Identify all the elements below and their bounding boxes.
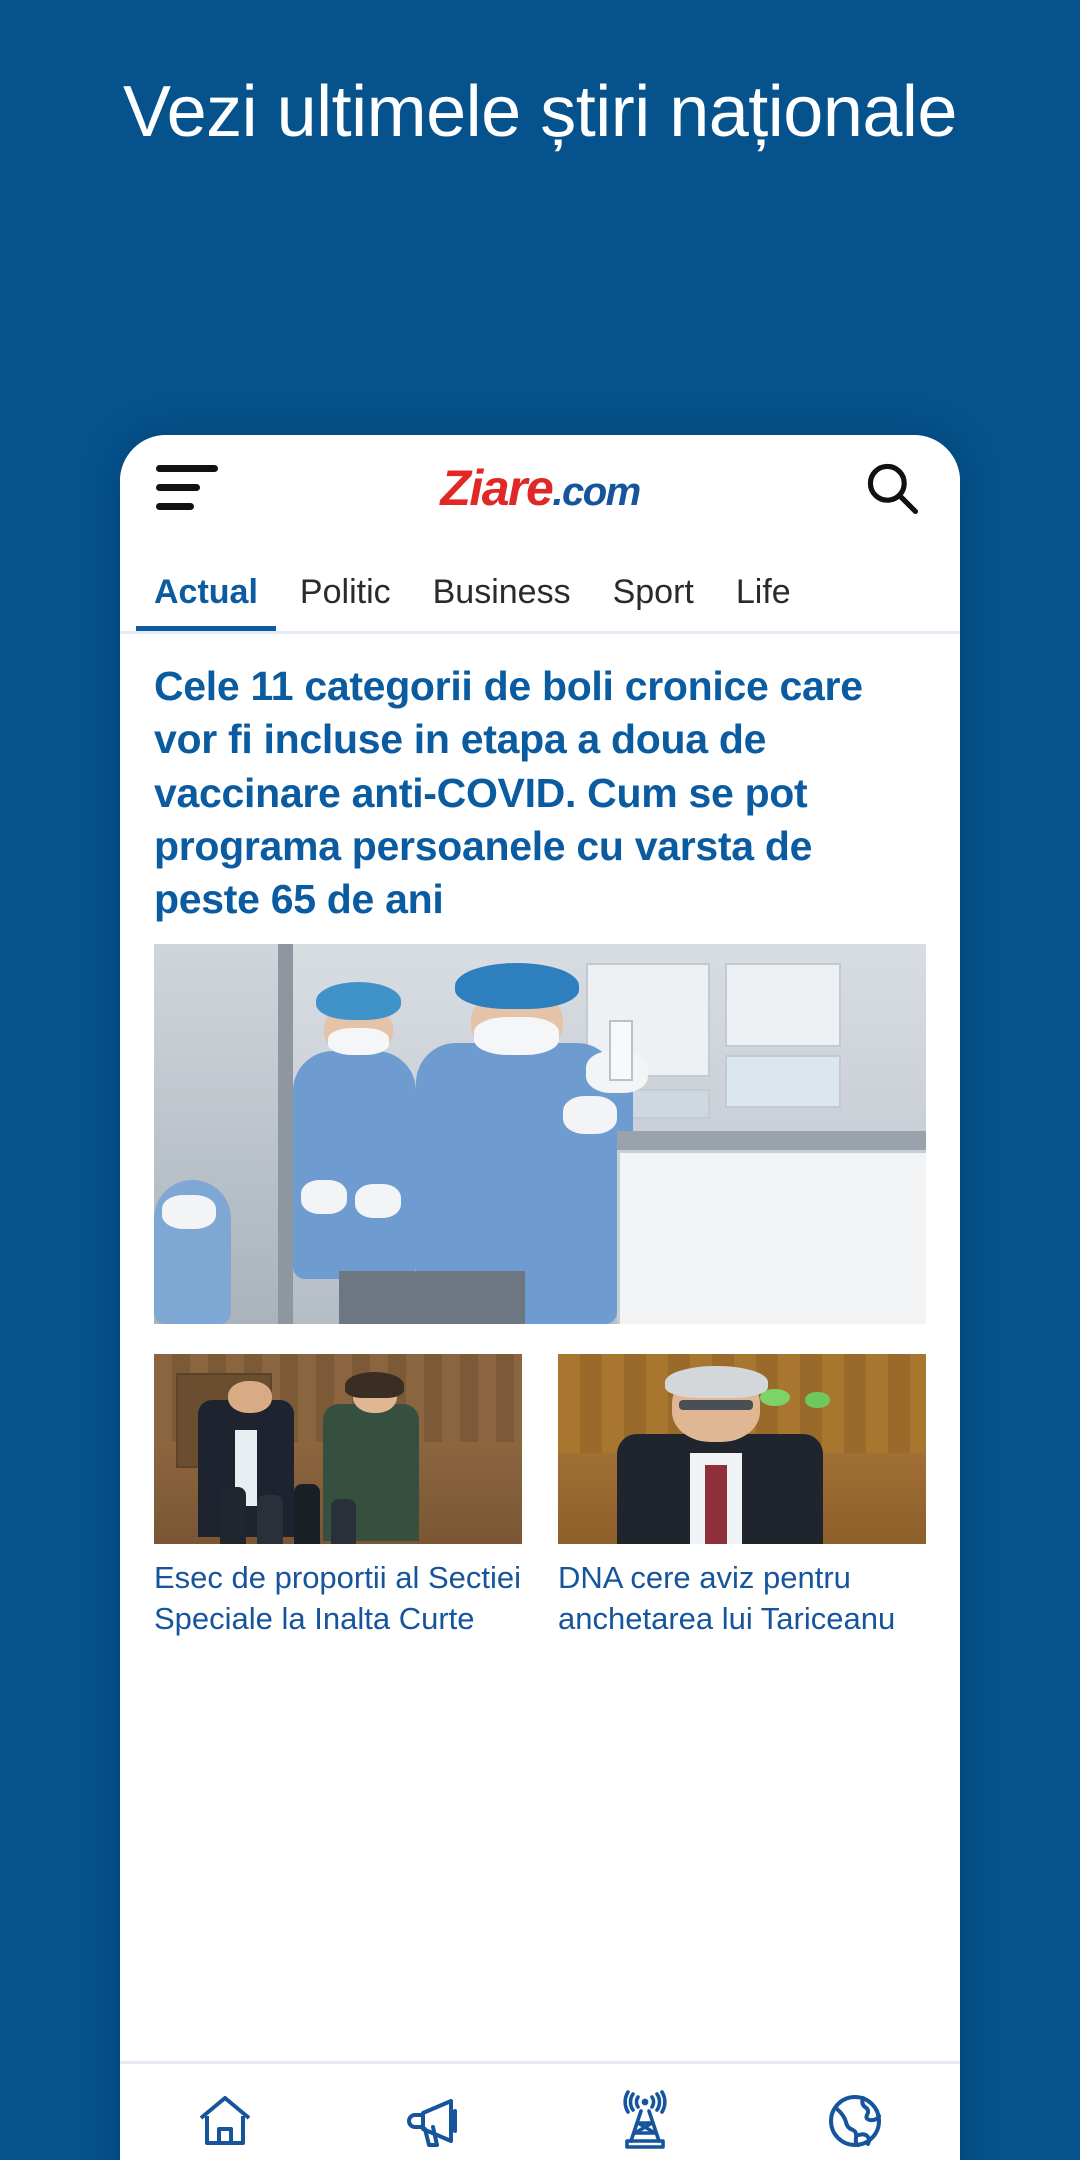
category-tabs: Actual Politic Business Sport Life [120, 540, 960, 634]
megaphone-icon [407, 2098, 457, 2147]
lead-article-title: Cele 11 categorii de boli cronice care v… [154, 663, 863, 923]
secondary-article-2-title: DNA cere aviz pentru anchetarea lui Tari… [558, 1560, 896, 1636]
tab-sport[interactable]: Sport [613, 573, 694, 634]
phone-mockup: Ziare.com Actual Politic Business Sport … [120, 435, 960, 2160]
tab-actual[interactable]: Actual [136, 573, 276, 634]
secondary-article-1-title: Esec de proportii al Sectiei Speciale la… [154, 1560, 522, 1636]
lead-article-image[interactable] [154, 944, 926, 1325]
secondary-article-1[interactable]: Esec de proportii al Sectiei Speciale la… [154, 1354, 522, 1639]
tabs-divider [120, 631, 960, 634]
globe-icon [829, 2094, 881, 2147]
hamburger-menu-icon[interactable] [156, 465, 218, 511]
nav-item-utile[interactable]: Utile [540, 2089, 750, 2160]
secondary-article-2[interactable]: DNA cere aviz pentru anchetarea lui Tari… [558, 1354, 926, 1639]
home-icon [199, 2095, 251, 2145]
tab-life[interactable]: Life [736, 573, 791, 634]
promo-headline: Vezi ultimele știri naționale [123, 72, 957, 152]
app-header: Ziare.com [120, 435, 960, 540]
search-icon[interactable] [860, 456, 924, 520]
tab-business[interactable]: Business [433, 573, 571, 634]
logo-primary-text: Ziare [440, 459, 554, 516]
tab-politic[interactable]: Politic [300, 573, 391, 634]
nav-item-externe[interactable]: Externe [750, 2089, 960, 2160]
nav-item-opinii[interactable]: Opinii [330, 2089, 540, 2160]
secondary-article-1-image[interactable] [154, 1354, 522, 1545]
lead-article[interactable]: Cele 11 categorii de boli cronice care v… [120, 634, 960, 1339]
logo-suffix-text: .com [552, 469, 641, 514]
bottom-navigation: Home Opinii [120, 2061, 960, 2160]
broadcast-tower-icon [623, 2089, 667, 2149]
secondary-articles: Esec de proportii al Sectiei Speciale la… [120, 1338, 960, 1640]
app-logo[interactable]: Ziare.com [440, 459, 641, 517]
secondary-article-2-image[interactable] [558, 1354, 926, 1545]
nav-item-home[interactable]: Home [120, 2089, 330, 2160]
